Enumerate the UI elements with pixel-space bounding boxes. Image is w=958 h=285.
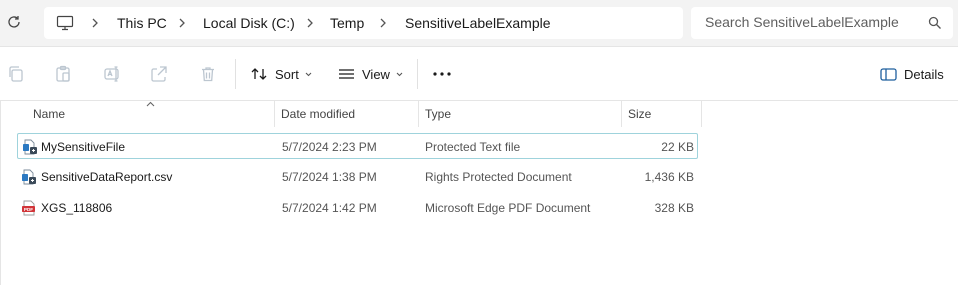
chevron-down-icon xyxy=(305,72,312,76)
this-pc-icon[interactable] xyxy=(56,15,74,31)
breadcrumb-current-folder[interactable]: SensitiveLabelExample xyxy=(405,15,551,31)
paste-icon[interactable] xyxy=(54,65,72,83)
file-row[interactable]: MySensitiveFile 5/7/2024 2:23 PM Protect… xyxy=(17,133,698,159)
file-type: Rights Protected Document xyxy=(425,170,572,184)
file-type: Microsoft Edge PDF Document xyxy=(425,201,591,215)
sort-icon xyxy=(251,68,267,80)
column-header-size[interactable]: Size xyxy=(628,107,651,121)
pdf-file-icon: PDF xyxy=(22,200,35,216)
breadcrumb-this-pc[interactable]: This PC xyxy=(117,15,167,31)
file-size: 1,436 KB xyxy=(644,170,694,184)
file-date-modified: 5/7/2024 1:42 PM xyxy=(282,201,377,215)
file-size: 22 KB xyxy=(661,140,694,154)
chevron-right-icon[interactable] xyxy=(378,17,388,29)
protected-text-file-icon xyxy=(23,139,37,155)
file-row[interactable]: PDF XGS_118806 5/7/2024 1:42 PM Microsof… xyxy=(17,195,698,221)
file-list: Name Date modified Type Size MySensitive… xyxy=(0,101,958,285)
chevron-right-icon[interactable] xyxy=(305,17,315,29)
svg-text:PDF: PDF xyxy=(24,207,33,212)
column-divider[interactable] xyxy=(274,101,275,127)
toolbar-divider xyxy=(417,59,418,89)
chevron-right-icon[interactable] xyxy=(90,17,100,29)
details-pane-button[interactable]: Details xyxy=(880,61,944,87)
breadcrumb-temp[interactable]: Temp xyxy=(330,15,364,31)
file-name: MySensitiveFile xyxy=(41,140,126,154)
column-header-name[interactable]: Name xyxy=(33,107,65,121)
view-list-icon xyxy=(339,69,354,79)
view-button[interactable]: View xyxy=(338,61,403,87)
file-name: SensitiveDataReport.csv xyxy=(41,170,173,184)
delete-icon[interactable] xyxy=(199,65,217,83)
rights-protected-document-icon xyxy=(22,169,36,185)
file-type: Protected Text file xyxy=(425,140,521,154)
address-bar[interactable]: This PC Local Disk (C:) Temp SensitiveLa… xyxy=(44,7,683,39)
more-options-icon[interactable] xyxy=(433,72,451,76)
column-header-date-modified[interactable]: Date modified xyxy=(281,107,355,121)
sort-label: Sort xyxy=(275,66,299,82)
file-row[interactable]: SensitiveDataReport.csv 5/7/2024 1:38 PM… xyxy=(17,164,698,190)
address-bar-row: This PC Local Disk (C:) Temp SensitiveLa… xyxy=(0,0,958,47)
file-date-modified: 5/7/2024 1:38 PM xyxy=(282,170,377,184)
search-box[interactable] xyxy=(691,7,953,39)
column-divider[interactable] xyxy=(621,101,622,127)
copy-icon[interactable] xyxy=(7,65,25,83)
chevron-right-icon[interactable] xyxy=(177,17,187,29)
file-date-modified: 5/7/2024 2:23 PM xyxy=(282,140,377,154)
sort-ascending-icon xyxy=(146,101,155,107)
chevron-down-icon xyxy=(396,72,403,76)
command-bar: Sort View Details xyxy=(0,47,958,101)
column-header-type[interactable]: Type xyxy=(425,107,451,121)
sort-button[interactable]: Sort xyxy=(251,61,312,87)
refresh-icon[interactable] xyxy=(6,14,22,30)
column-divider[interactable] xyxy=(418,101,419,127)
search-icon[interactable] xyxy=(928,16,942,30)
details-label: Details xyxy=(904,66,944,82)
file-name: XGS_118806 xyxy=(41,201,113,215)
share-icon[interactable] xyxy=(150,65,168,83)
rename-icon[interactable] xyxy=(103,65,121,83)
view-label: View xyxy=(362,66,390,82)
toolbar-divider xyxy=(235,59,236,89)
details-pane-icon xyxy=(880,67,897,81)
file-size: 328 KB xyxy=(654,201,694,215)
column-divider[interactable] xyxy=(701,101,702,127)
search-input[interactable] xyxy=(705,14,925,30)
breadcrumb-local-disk[interactable]: Local Disk (C:) xyxy=(203,15,295,31)
